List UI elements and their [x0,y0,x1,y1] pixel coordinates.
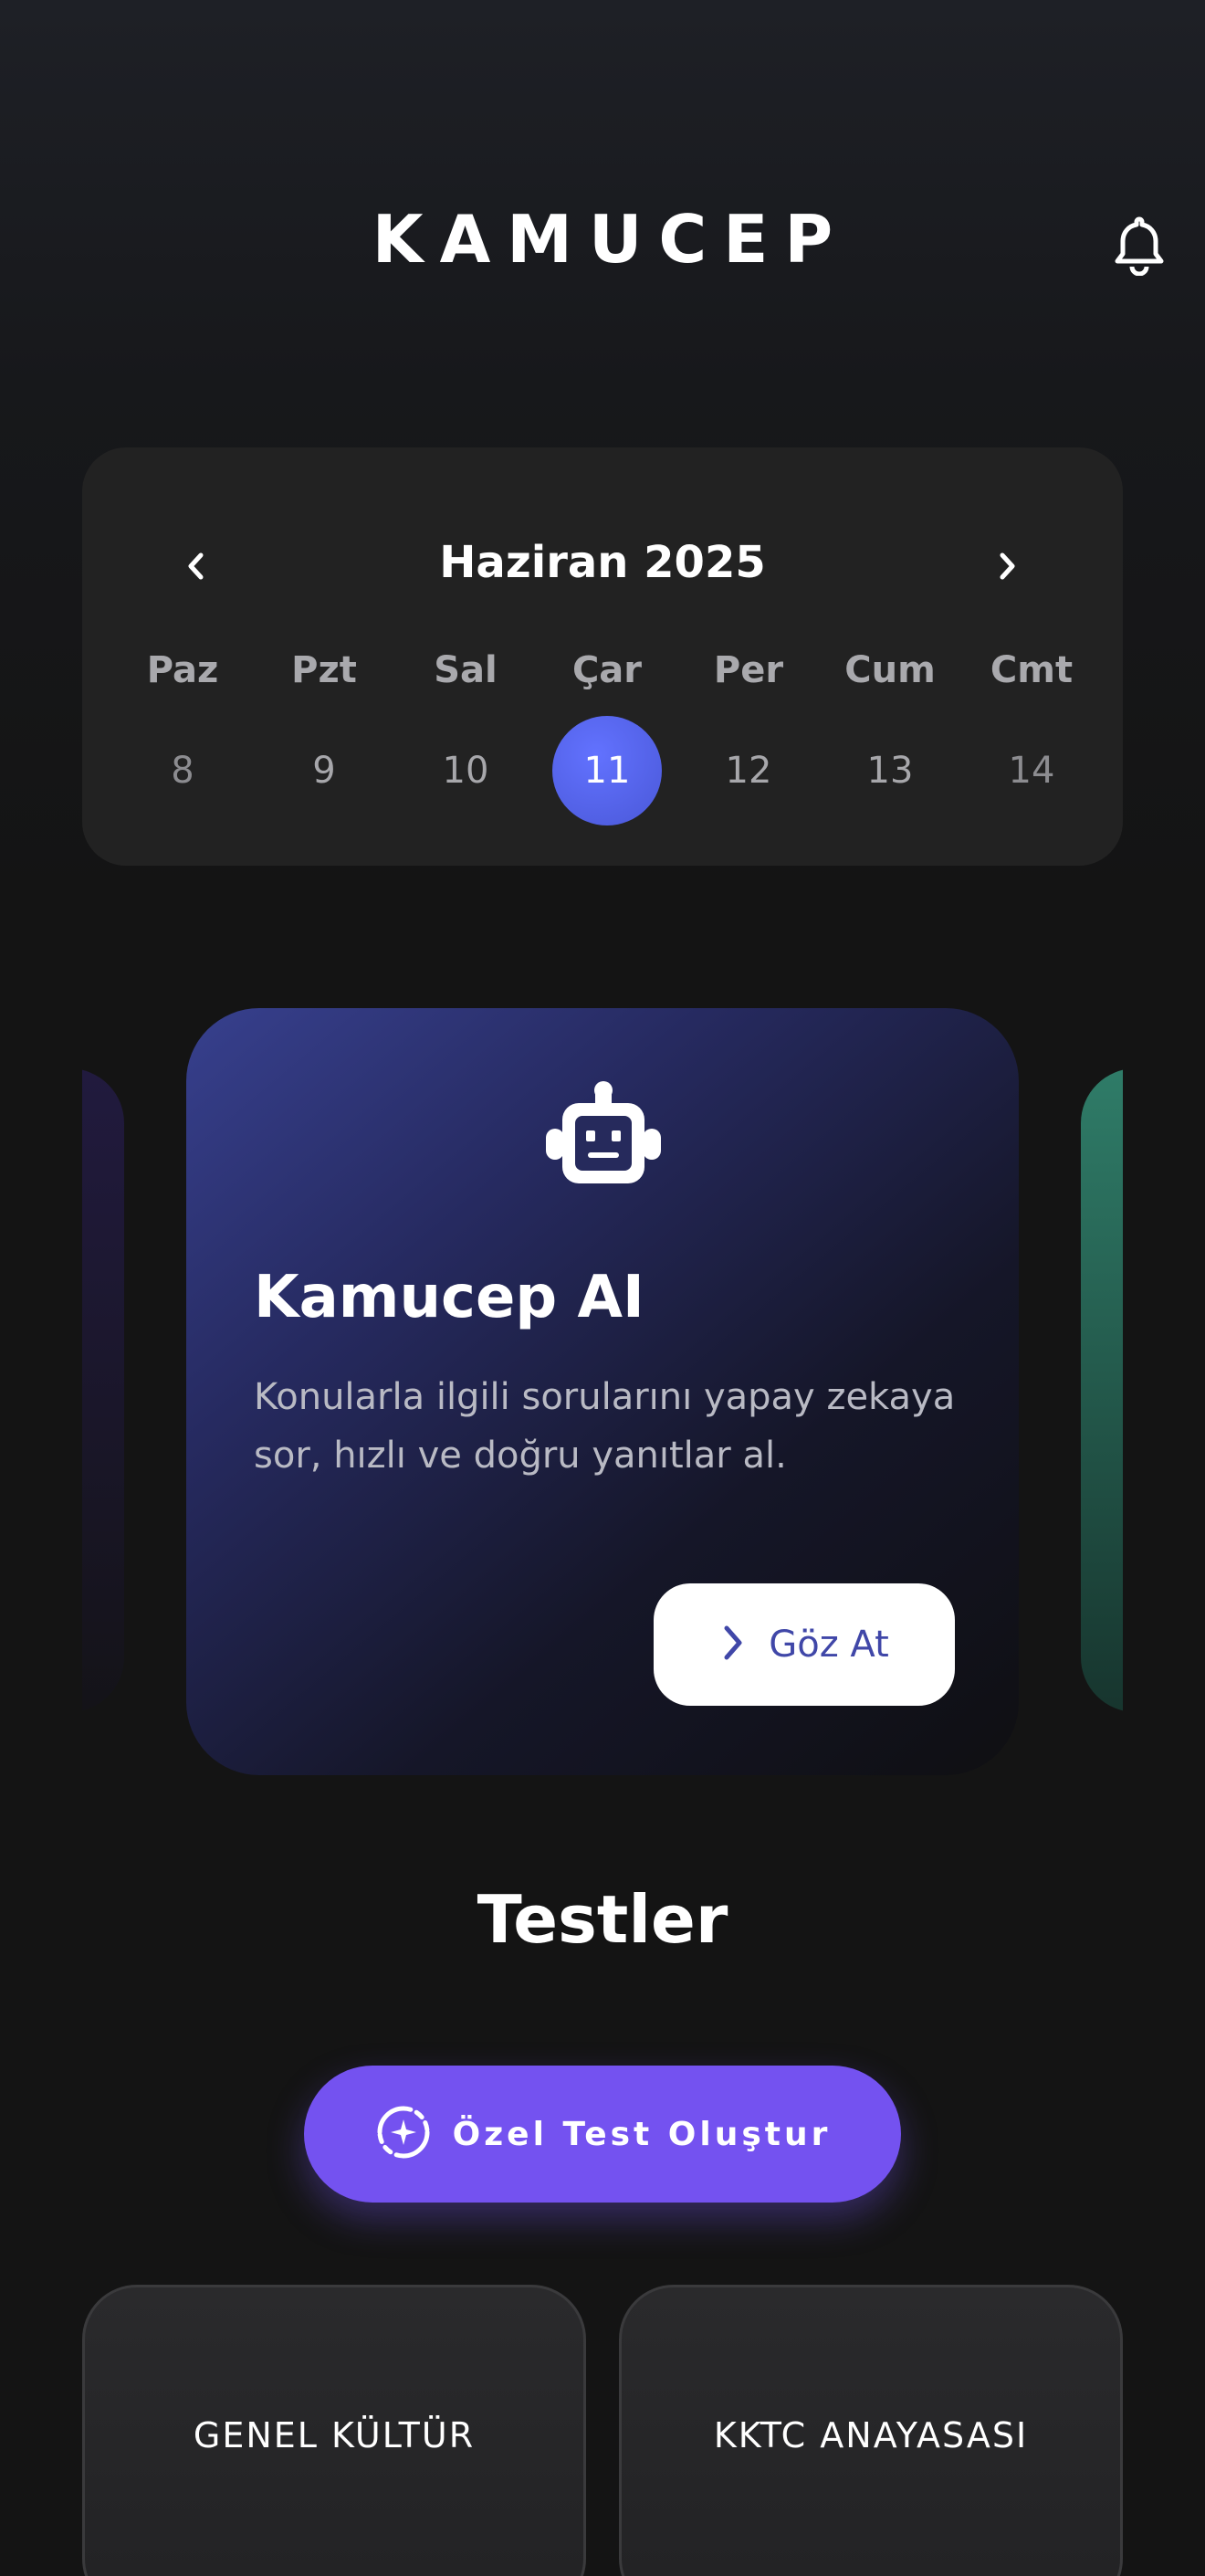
create-custom-test-label: Özel Test Oluştur [452,2115,832,2153]
day-column-thursday: Per 12 [685,647,812,825]
day-column-friday: Cum 13 [826,647,954,825]
carousel-prev-card[interactable] [82,1068,124,1712]
chevron-right-icon [719,1623,747,1667]
day-number[interactable]: 8 [128,716,237,825]
robot-icon [544,1081,663,1186]
carousel-next-card[interactable] [1081,1068,1123,1712]
day-name: Pzt [291,649,357,691]
ai-card-title: Kamucep AI [254,1264,644,1331]
day-column-monday: Pzt 9 [260,647,388,825]
day-column-wednesday: Çar 11 [543,647,671,825]
calendar-month-title: Haziran 2025 [439,537,766,588]
day-column-sunday: Paz 8 [119,647,246,825]
day-name: Sal [434,649,498,691]
carousel-prev-card-clip [82,0,124,2576]
day-name: Paz [146,649,219,691]
create-custom-test-button[interactable]: Özel Test Oluştur [304,2066,901,2203]
sparkle-refresh-icon [374,2103,433,2166]
day-name: Çar [571,649,643,691]
test-category-card[interactable]: KKTC ANAYASASI [619,2285,1123,2576]
day-column-saturday: Cmt 14 [968,647,1095,825]
day-number[interactable]: 9 [269,716,379,825]
tests-section-title: Testler [477,1881,728,1958]
day-number[interactable]: 14 [977,716,1086,825]
day-name: Cmt [990,649,1074,691]
calendar-days: Paz 8 Pzt 9 Sal 10 Çar 11 Per 12 Cum 13 [119,647,1095,825]
test-category-label: KKTC ANAYASASI [713,2415,1029,2455]
day-number[interactable]: 13 [835,716,945,825]
test-category-label: GENEL KÜLTÜR [193,2415,476,2455]
day-number[interactable]: 12 [694,716,803,825]
app-logo: KAMUCEP [372,201,850,278]
kamucep-ai-card[interactable]: Kamucep AI Konularla ilgili sorularını y… [186,1008,1019,1775]
day-number[interactable]: 10 [411,716,520,825]
day-name: Per [713,649,784,691]
chevron-right-icon[interactable] [980,539,1034,594]
browse-button[interactable]: Göz At [654,1583,955,1706]
day-name: Cum [844,649,936,691]
browse-button-label: Göz At [769,1624,889,1666]
ai-card-description: Konularla ilgili sorularını yapay zekaya… [254,1376,956,1477]
home-screen: KAMUCEP Haziran 2025 Paz 8 Pzt 9 Sal 10 … [0,0,1205,2576]
day-column-tuesday: Sal 10 [402,647,529,825]
test-category-card[interactable]: GENEL KÜLTÜR [82,2285,586,2576]
week-calendar: Haziran 2025 Paz 8 Pzt 9 Sal 10 Çar 11 P… [82,447,1123,866]
day-number-selected[interactable]: 11 [552,716,662,825]
carousel-next-card-clip [1081,0,1123,2576]
